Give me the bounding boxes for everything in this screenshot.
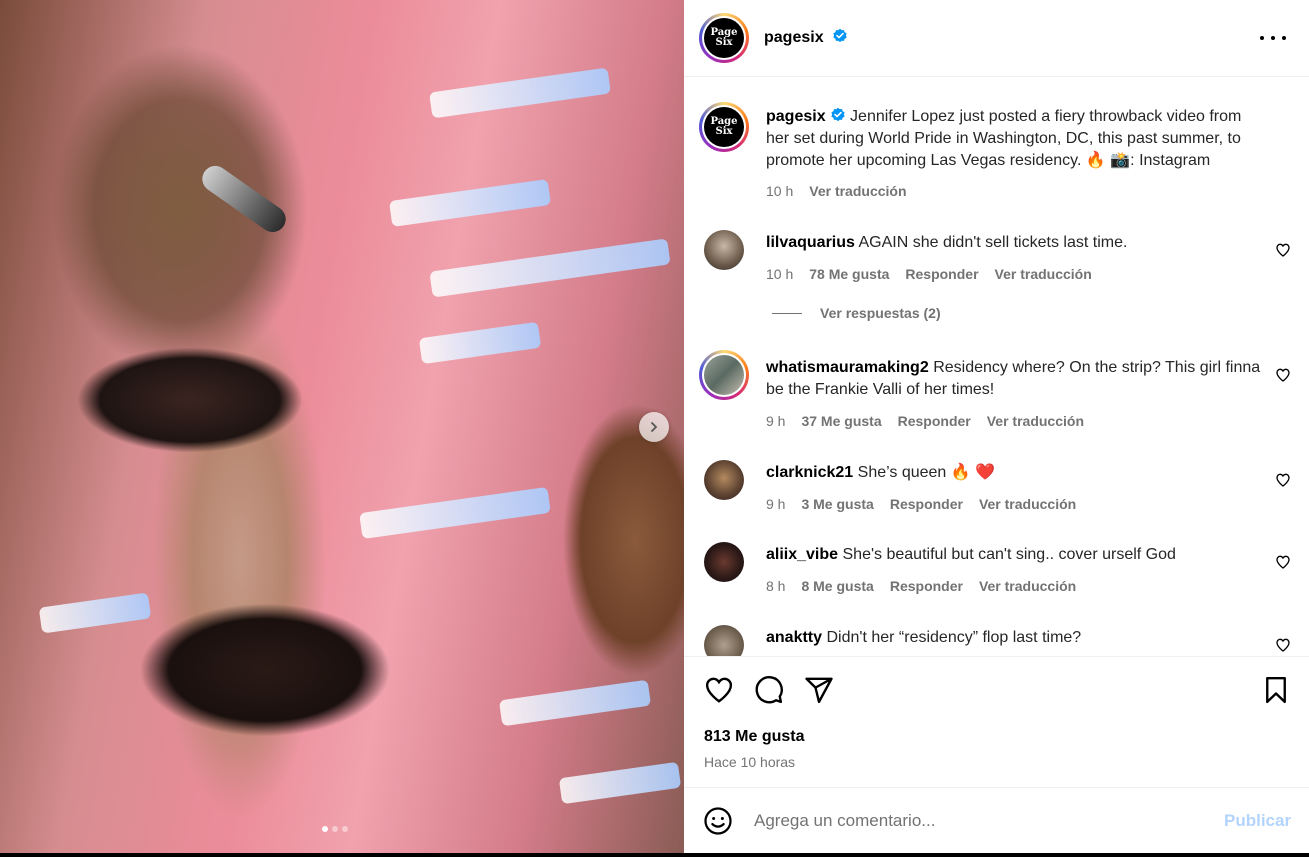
post-media[interactable] <box>0 0 684 853</box>
view-replies-label: Ver respuestas (2) <box>820 305 941 321</box>
heart-icon[interactable] <box>1275 242 1291 258</box>
comment-likes[interactable]: 37 Me gusta <box>801 413 881 429</box>
carousel-dot-2 <box>332 826 338 832</box>
more-icon <box>1260 36 1264 40</box>
chevron-right-icon <box>651 422 658 432</box>
comment-text: Didn't her “residency” flop last time? <box>826 629 1082 646</box>
comment-text: She's beautiful but can't sing.. cover u… <box>842 546 1176 563</box>
view-replies-button[interactable]: Ver respuestas (2) <box>772 305 941 321</box>
comment-time[interactable]: 8 h <box>766 578 785 594</box>
comment-likes[interactable]: 8 Me gusta <box>801 578 873 594</box>
commenter-avatar[interactable] <box>704 460 744 500</box>
heart-icon[interactable] <box>1275 637 1291 653</box>
more-options-button[interactable] <box>1260 28 1286 48</box>
reply-button[interactable]: Responder <box>890 578 963 594</box>
heart-icon[interactable] <box>1275 367 1291 383</box>
window-bottom-edge <box>0 853 1309 857</box>
costume-bottom <box>100 600 430 770</box>
comment-time[interactable]: 9 h <box>766 413 785 429</box>
comment-time[interactable]: 10 h <box>766 266 793 282</box>
comment-username[interactable]: aliix_vibe <box>766 546 838 563</box>
post-header: Page Six pagesix <box>684 0 1309 77</box>
carousel-dot-3 <box>342 826 348 832</box>
emoji-icon[interactable] <box>703 806 733 836</box>
bookmark-icon[interactable] <box>1261 675 1291 705</box>
replies-divider <box>772 312 802 314</box>
reply-button[interactable]: Responder <box>905 266 978 282</box>
carousel-dots <box>322 826 348 832</box>
comment-username[interactable]: clarknick21 <box>766 464 853 481</box>
carousel-dot-1 <box>322 826 328 832</box>
comment-username[interactable]: whatismauramaking2 <box>766 359 929 376</box>
caption-translate-button[interactable]: Ver traducción <box>809 183 906 199</box>
comment-icon[interactable] <box>754 675 784 705</box>
comment-text: She’s queen 🔥 ❤️ <box>857 464 996 481</box>
avatar-logo-line2: Six <box>715 37 733 48</box>
publish-button[interactable]: Publicar <box>1224 811 1291 831</box>
comment-username[interactable]: lilvaquarius <box>766 234 855 251</box>
comment-likes[interactable]: 3 Me gusta <box>801 496 873 512</box>
post-time: Hace 10 horas <box>704 754 796 770</box>
comments-list[interactable]: Page Six pagesix Jennifer Lopez just pos… <box>684 78 1309 657</box>
commenter-avatar[interactable] <box>704 542 744 582</box>
caption-verified-badge-icon <box>830 107 845 122</box>
comment-text: AGAIN she didn't sell tickets last time. <box>858 234 1128 251</box>
commenter-avatar[interactable] <box>699 350 749 400</box>
share-icon[interactable] <box>804 675 834 705</box>
comment-composer: Publicar <box>684 789 1309 853</box>
translate-button[interactable]: Ver traducción <box>995 266 1092 282</box>
commenter-avatar[interactable] <box>704 230 744 270</box>
translate-button[interactable]: Ver traducción <box>979 578 1076 594</box>
post-actions: 813 Me gusta Hace 10 horas <box>684 658 1309 788</box>
heart-icon[interactable] <box>1275 472 1291 488</box>
costume-top <box>40 330 340 470</box>
reply-button[interactable]: Responder <box>898 413 971 429</box>
post-side-panel: Page Six pagesix Page Six pagesix Jennif… <box>684 0 1309 853</box>
caption-username[interactable]: pagesix <box>766 108 826 125</box>
commenter-avatar[interactable] <box>704 625 744 656</box>
comment-time[interactable]: 9 h <box>766 496 785 512</box>
author-username[interactable]: pagesix <box>764 29 824 46</box>
verified-badge-icon <box>833 28 847 43</box>
caption-author-avatar[interactable]: Page Six <box>699 102 749 152</box>
next-media-button[interactable] <box>639 412 669 442</box>
author-avatar[interactable]: Page Six <box>699 13 749 63</box>
likes-count[interactable]: 813 Me gusta <box>704 728 804 746</box>
caption-time[interactable]: 10 h <box>766 183 793 199</box>
heart-icon[interactable] <box>704 675 734 705</box>
reply-button[interactable]: Responder <box>890 496 963 512</box>
caption-avatar-logo-line2: Six <box>715 126 733 137</box>
translate-button[interactable]: Ver traducción <box>979 496 1076 512</box>
comment-input[interactable] <box>754 809 1204 833</box>
comment-likes[interactable]: 78 Me gusta <box>809 266 889 282</box>
translate-button[interactable]: Ver traducción <box>987 413 1084 429</box>
comment-username[interactable]: anaktty <box>766 629 822 646</box>
heart-icon[interactable] <box>1275 554 1291 570</box>
